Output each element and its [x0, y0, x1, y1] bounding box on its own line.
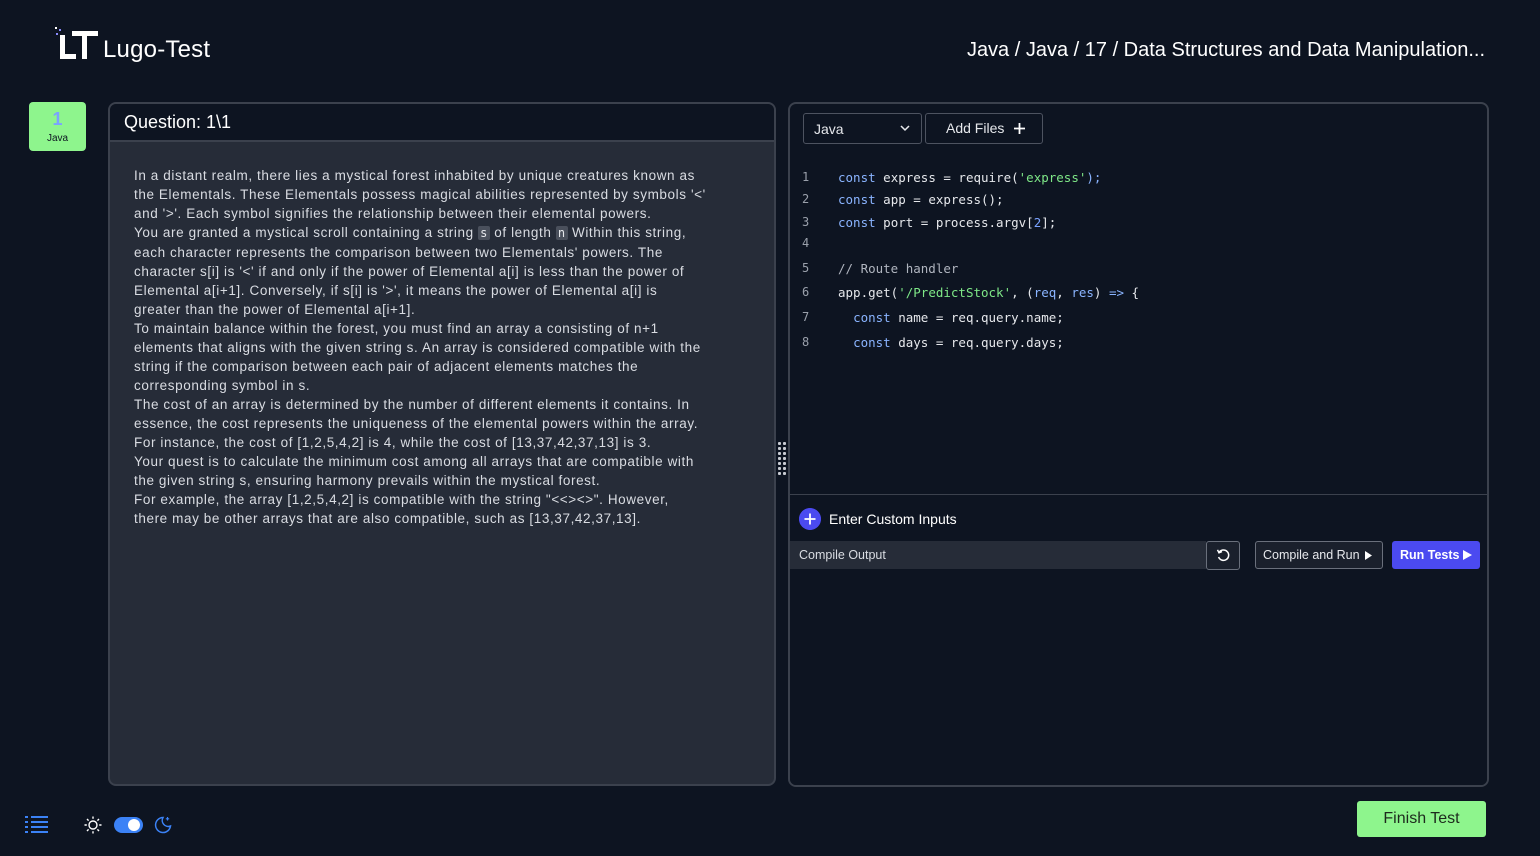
- code-token: port = process.argv[: [875, 215, 1034, 230]
- logo-icon: [55, 27, 98, 59]
- line-number: 1: [802, 170, 810, 184]
- custom-inputs-label[interactable]: Enter Custom Inputs: [829, 511, 957, 527]
- line-number: 6: [802, 285, 810, 299]
- code-token: =>: [1108, 285, 1125, 300]
- finish-test-button[interactable]: Finish Test: [1357, 801, 1486, 837]
- drag-handle-icon[interactable]: [778, 442, 786, 478]
- code-token: const: [838, 192, 876, 207]
- code-line: 5 // Route handler: [790, 261, 1487, 281]
- question-language: Java: [46, 133, 69, 144]
- question-nav-item[interactable]: 1 Java: [29, 102, 86, 151]
- compile-and-run-button[interactable]: Compile and Run: [1255, 541, 1383, 569]
- question-text-fragment: of length: [489, 225, 556, 240]
- line-number: 2: [802, 192, 810, 206]
- sun-icon: [84, 816, 102, 834]
- compile-and-run-label: Compile and Run: [1263, 548, 1360, 562]
- code-token: const: [853, 310, 891, 325]
- add-circle-icon[interactable]: [799, 508, 821, 530]
- code-token: const: [838, 170, 876, 185]
- code-token: express = require(: [875, 170, 1019, 185]
- language-select-value: Java: [814, 121, 844, 137]
- plus-icon: [1014, 123, 1025, 134]
- run-tests-label: Run Tests: [1400, 548, 1460, 562]
- header: Lugo-Test Java / Java / 17 / Data Struct…: [0, 0, 1540, 100]
- code-token: {: [1124, 285, 1140, 300]
- question-paragraph: You are granted a mystical scroll contai…: [134, 223, 706, 319]
- add-files-label: Add Files: [946, 120, 1005, 136]
- question-paragraph: The cost of an array is determined by th…: [134, 397, 699, 450]
- line-number: 4: [802, 236, 810, 250]
- code-token: , (: [1011, 285, 1034, 300]
- breadcrumb: Java / Java / 17 / Data Structures and D…: [966, 39, 1485, 61]
- line-number: 8: [802, 335, 810, 349]
- code-token: days = req.query.days;: [890, 335, 1064, 350]
- question-paragraph: To maintain balance within the forest, y…: [134, 321, 701, 393]
- line-number: 7: [802, 310, 810, 324]
- theme-toggle[interactable]: [114, 817, 143, 833]
- code-token: res: [1071, 285, 1094, 300]
- language-select[interactable]: Java: [803, 113, 922, 144]
- question-paragraph: Your quest is to calculate the minimum c…: [134, 454, 694, 488]
- code-comment: // Route handler: [838, 261, 959, 276]
- moon-icon: [154, 816, 172, 834]
- code-token: '/PredictStock': [898, 285, 1012, 300]
- code-token: app = express();: [875, 192, 1004, 207]
- code-line: 3 const port = process.argv[2];: [790, 215, 1487, 235]
- question-text-fragment: You are granted a mystical scroll contai…: [134, 225, 479, 240]
- code-token: const: [838, 215, 876, 230]
- reset-icon: [1216, 549, 1230, 562]
- inline-code: n: [555, 226, 568, 240]
- custom-inputs-toggle[interactable]: Enter Custom Inputs: [790, 494, 1487, 542]
- line-number: 5: [802, 261, 810, 275]
- compile-bar: Compile Output Compile and Run Run Tests: [790, 541, 1487, 571]
- app-title: Lugo-Test: [103, 36, 211, 63]
- question-number: 1: [52, 109, 63, 129]
- code-line: 4: [790, 236, 1487, 256]
- code-token: req: [1033, 285, 1057, 300]
- line-number: 3: [802, 215, 810, 229]
- code-token: 'express': [1018, 170, 1087, 185]
- question-panel: Question: 1\1 In a distant realm, there …: [108, 102, 776, 786]
- inline-code: s: [478, 226, 490, 240]
- play-icon: [1365, 551, 1372, 560]
- code-token: const: [853, 335, 891, 350]
- run-tests-button[interactable]: Run Tests: [1392, 541, 1480, 569]
- list-icon[interactable]: [25, 815, 49, 835]
- compile-output-area: [790, 571, 1487, 785]
- code-token: );: [1086, 170, 1102, 185]
- code-line: 6 app.get('/PredictStock', (req, res) =>…: [790, 285, 1487, 305]
- code-token: ): [1093, 285, 1109, 300]
- code-line: 1 const express = require('express');: [790, 170, 1487, 190]
- add-files-button[interactable]: Add Files: [925, 113, 1043, 144]
- code-token: ,: [1056, 285, 1072, 300]
- code-line: 8 const days = req.query.days;: [790, 335, 1487, 355]
- question-paragraph: In a distant realm, there lies a mystica…: [134, 168, 706, 221]
- code-line: 7 const name = req.query.name;: [790, 310, 1487, 330]
- compile-output-tab[interactable]: Compile Output: [790, 541, 1206, 569]
- code-token: ];: [1041, 215, 1057, 230]
- question-title: Question: 1\1: [110, 104, 774, 142]
- question-text: In a distant realm, there lies a mystica…: [110, 142, 730, 528]
- code-token: app.get(: [838, 285, 899, 300]
- editor-panel: Java Add Files 1 const express = require…: [788, 102, 1489, 787]
- question-paragraph: For example, the array [1,2,5,4,2] is co…: [134, 492, 669, 526]
- code-line: 2 const app = express();: [790, 192, 1487, 212]
- code-editor[interactable]: 1 const express = require('express'); 2 …: [790, 164, 1487, 494]
- play-icon: [1463, 550, 1472, 560]
- reset-button[interactable]: [1206, 541, 1240, 570]
- chevron-down-icon: [900, 125, 910, 132]
- code-token: name = req.query.name;: [890, 310, 1064, 325]
